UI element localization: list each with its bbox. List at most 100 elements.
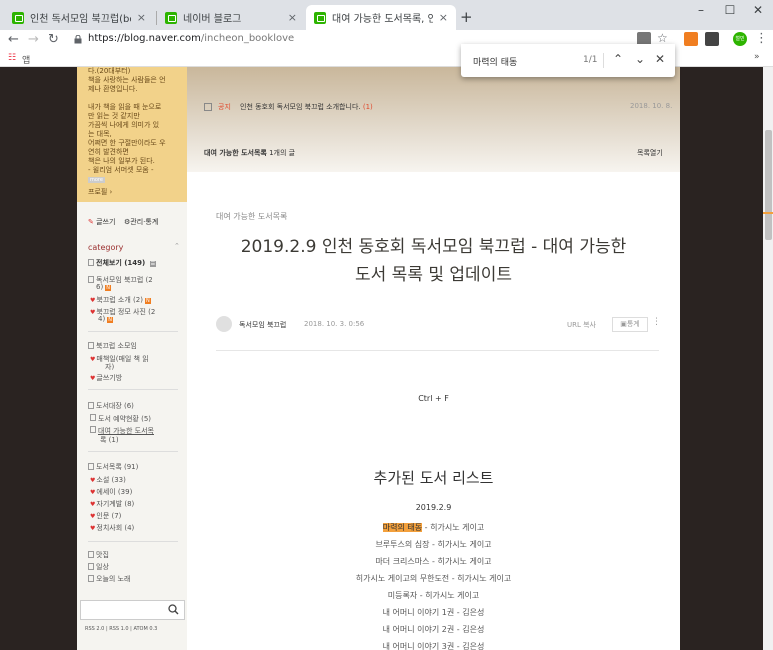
reload-icon[interactable]: ↻ xyxy=(48,32,59,47)
document-icon xyxy=(88,259,94,266)
category-all[interactable]: 전체보기 (149) ☰ xyxy=(88,258,157,268)
find-next-icon[interactable]: ⌄ xyxy=(635,52,645,66)
profile-line: 만 읽는 것 같지만 xyxy=(88,112,140,120)
new-tab-button[interactable]: + xyxy=(460,8,473,26)
category-item[interactable]: 오늘의 노래 xyxy=(88,574,130,584)
more-tag[interactable]: more xyxy=(88,177,105,183)
notice-link[interactable]: 인천 동호회 독서모임 북끄럽 소개합니다. (1) xyxy=(240,102,373,112)
tab-label: 대여 가능한 도서목록, 인천 독서 xyxy=(332,14,433,25)
book-author: - 히가시노 게이고 xyxy=(429,557,492,566)
book-author: - 김은성 xyxy=(454,625,485,634)
minimize-icon[interactable]: – xyxy=(687,3,715,17)
apps-grid-icon[interactable]: ☷ xyxy=(8,53,16,63)
document-icon xyxy=(88,276,94,283)
document-icon xyxy=(88,575,94,582)
scroll-thumb[interactable] xyxy=(765,130,772,240)
find-close-icon[interactable]: ✕ xyxy=(655,52,665,66)
url-copy-button[interactable]: URL 복사 xyxy=(567,320,596,330)
profile-avatar[interactable]: 철민 xyxy=(733,32,747,46)
tab-active-booklist[interactable]: 대여 가능한 도서목록, 인천 독서 × xyxy=(306,5,456,30)
find-input[interactable]: 마력의 태동 xyxy=(473,55,517,68)
category-collapse-icon[interactable]: ⌃ xyxy=(174,242,180,250)
apps-label[interactable]: 앱 xyxy=(22,53,30,66)
search-icon[interactable] xyxy=(168,604,179,615)
bookmark-star-icon[interactable]: ☆ xyxy=(657,31,668,45)
book-item: 브루투스의 심장 - 히가시노 게이고 xyxy=(187,536,680,553)
subcategory-item[interactable]: ♥자기계발 (8) xyxy=(90,499,134,509)
naver-blog-icon xyxy=(12,11,24,24)
subcategory-item[interactable]: ♥매책일(매일 책 읽 xyxy=(90,354,149,364)
category-title: category xyxy=(88,243,124,252)
category-label-cont: 4) N xyxy=(98,315,113,323)
book-item: 마력의 태동 - 히가시노 게이고 xyxy=(187,519,680,536)
more-options-icon[interactable]: ⋮ xyxy=(652,317,661,327)
pencil-icon: ✎ xyxy=(88,218,94,226)
category-label: 글쓰기방 xyxy=(96,374,123,382)
category-item[interactable]: 일상 xyxy=(88,562,109,572)
title-divider xyxy=(216,350,659,351)
tab-naver-blog[interactable]: 네이버 블로그 × xyxy=(157,5,305,30)
category-item[interactable]: 도서목록 (91) xyxy=(88,462,138,472)
section-title: 추가된 도서 리스트 xyxy=(373,469,494,487)
maximize-icon[interactable]: ☐ xyxy=(716,3,744,17)
more-bookmarks[interactable]: » xyxy=(754,52,760,62)
window-close-icon[interactable]: ✕ xyxy=(744,3,772,17)
document-icon xyxy=(90,426,96,433)
category-label: 일상 xyxy=(96,563,109,571)
subcategory-item[interactable]: 도서 예약현황 (5) xyxy=(90,414,151,424)
profile-link[interactable]: 프로필 › xyxy=(88,187,112,197)
forward-arrow-icon[interactable]: → xyxy=(28,32,39,47)
manage-label: 관리·통계 xyxy=(130,218,159,226)
subcategory-item[interactable]: ♥정치사회 (4) xyxy=(90,523,134,533)
author-name[interactable]: 독서모임 북끄럽 xyxy=(239,320,286,330)
document-icon xyxy=(90,414,96,421)
list-toggle-button[interactable]: 목록열기 xyxy=(637,148,663,158)
sub-bullet-icon: ♥ xyxy=(90,513,96,520)
category-label: 북끄럽 소모임 xyxy=(96,342,137,350)
extension-icon[interactable] xyxy=(705,32,719,46)
rss-feed-links[interactable]: RSS 2.0 | RSS 1.0 | ATOM 0.3 xyxy=(85,626,157,632)
tab-booklove[interactable]: 인천 독서모임 북끄럽(booklove × xyxy=(4,5,154,30)
post-category[interactable]: 대여 가능한 도서목록 xyxy=(216,211,287,222)
manage-link[interactable]: ⚙관리·통계 xyxy=(124,217,158,227)
list-date: 2019.2.9 xyxy=(415,503,452,512)
new-badge: N xyxy=(105,285,111,291)
profile-line: 내가 책을 읽을 때 눈으로 xyxy=(88,103,162,111)
back-arrow-icon[interactable]: ← xyxy=(8,32,19,47)
category-label: 인문 (7) xyxy=(96,512,122,520)
subcategory-item[interactable]: ♥글쓰기방 xyxy=(90,373,122,383)
book-title: 내 어머니 이야기 2권 xyxy=(382,625,455,634)
category-item[interactable]: 북끄럽 소모임 xyxy=(88,341,137,351)
close-icon[interactable]: × xyxy=(288,11,297,24)
stats-button[interactable]: ▣통계 xyxy=(612,317,648,332)
category-label: 에세이 (39) xyxy=(96,488,133,496)
category-label: 북끄럽 소개 (2) xyxy=(96,296,143,304)
book-title: 미등록자 xyxy=(387,591,418,600)
subcategory-item[interactable]: ♥에세이 (39) xyxy=(90,487,132,497)
close-icon[interactable]: × xyxy=(137,11,146,24)
sub-bullet-icon: ♥ xyxy=(90,356,96,363)
subcategory-item[interactable]: ♥북끄럽 소개 (2) N xyxy=(90,295,151,305)
subcategory-item[interactable]: ♥소설 (33) xyxy=(90,475,126,485)
divider xyxy=(88,389,178,390)
book-title: 히가시노 게이고의 무한도전 xyxy=(355,574,450,583)
category-label: 오늘의 노래 xyxy=(96,575,131,583)
category-label: 소설 (33) xyxy=(96,476,126,484)
author-avatar[interactable] xyxy=(216,316,232,332)
find-previous-icon[interactable]: ⌃ xyxy=(613,52,623,66)
document-icon xyxy=(88,563,94,570)
address-bar[interactable]: https://blog.naver.com/incheon_booklove xyxy=(88,33,294,44)
stats-label: 통계 xyxy=(626,320,640,328)
extension-icon[interactable] xyxy=(684,32,698,46)
category-item[interactable]: 맛집 xyxy=(88,550,109,560)
write-link[interactable]: ✎ 글쓰기 xyxy=(88,217,115,227)
category-label: 전체보기 (149) xyxy=(96,259,146,267)
list-header: 대여 가능한 도서목록 1개의 글 xyxy=(204,148,295,158)
subcategory-item[interactable]: ♥인문 (7) xyxy=(90,511,121,521)
notice-date: 2018. 10. 8. xyxy=(630,102,673,110)
close-icon[interactable]: × xyxy=(439,11,448,24)
notice-icon xyxy=(204,103,212,111)
menu-icon[interactable]: ⋮ xyxy=(755,31,768,46)
find-match-marker xyxy=(763,212,773,214)
category-item[interactable]: 도서대장 (6) xyxy=(88,401,134,411)
